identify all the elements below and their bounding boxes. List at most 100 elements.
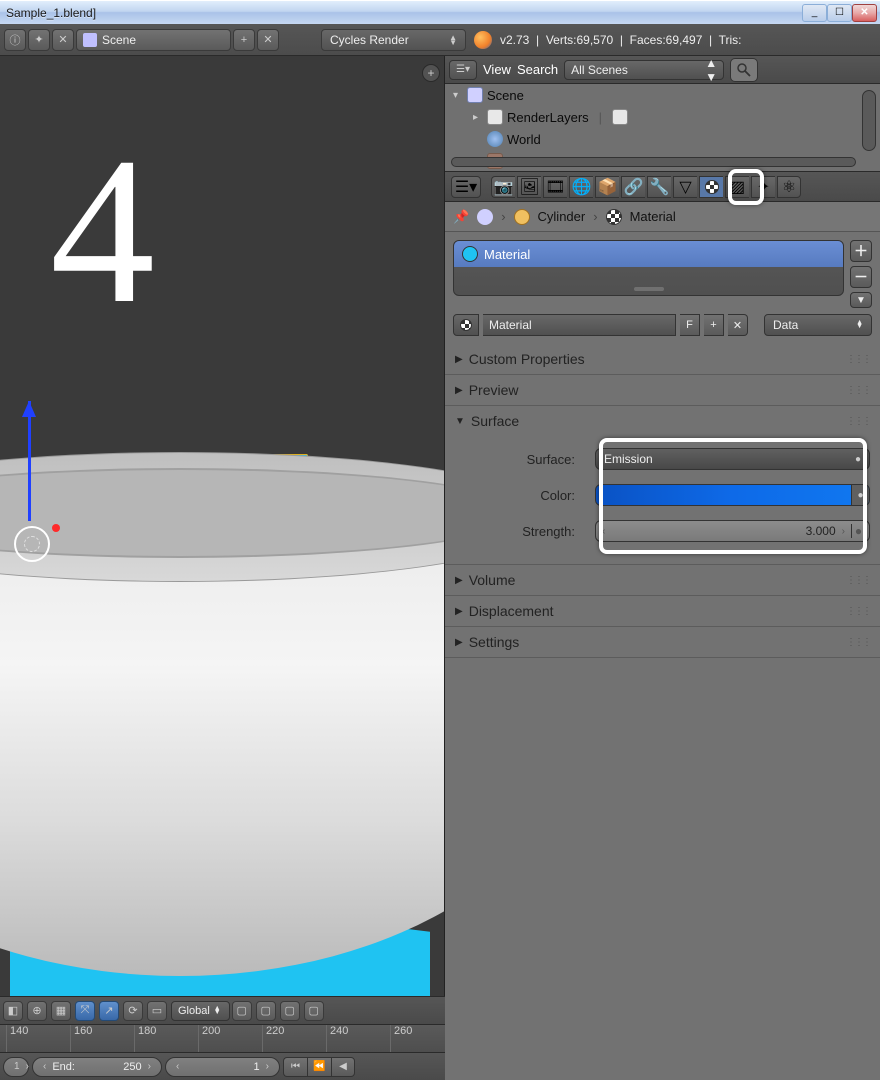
tab-object-icon[interactable]: 📦 xyxy=(595,176,619,198)
panel-header[interactable]: ▶ Displacement ⋮⋮⋮ xyxy=(445,596,880,626)
material-slot-item[interactable]: Material xyxy=(454,241,843,267)
manipulator-z-axis[interactable] xyxy=(28,401,31,521)
search-button[interactable] xyxy=(730,58,758,82)
collapse-plus-icon[interactable]: ✦ xyxy=(28,29,50,51)
pin-icon[interactable]: 📌 xyxy=(453,209,469,225)
jump-start-button[interactable]: ⏮ xyxy=(283,1057,307,1077)
layer-button-icon[interactable]: ▢ xyxy=(304,1001,324,1021)
panel-header[interactable]: ▶ Volume ⋮⋮⋮ xyxy=(445,565,880,595)
manipulator-z-cone-icon[interactable] xyxy=(22,394,36,417)
increment-arrow-icon[interactable]: › xyxy=(840,526,847,537)
panel-grip-icon[interactable]: ⋮⋮⋮ xyxy=(846,637,870,648)
manipulator-rotate-icon[interactable]: ⟳ xyxy=(123,1001,143,1021)
minimize-button[interactable]: _ xyxy=(802,4,827,22)
panel-grip-icon[interactable]: ⋮⋮⋮ xyxy=(846,385,870,396)
list-resize-grip-icon[interactable] xyxy=(634,287,664,291)
breadcrumb-object[interactable]: Cylinder xyxy=(538,209,586,224)
material-browse-dropdown[interactable] xyxy=(453,314,479,336)
material-add-button[interactable]: ＋ xyxy=(850,240,872,262)
disclosure-icon[interactable]: ▸ xyxy=(473,112,485,123)
node-options-icon[interactable]: ● xyxy=(851,485,869,505)
panel-header[interactable]: ▶ Custom Properties ⋮⋮⋮ xyxy=(445,344,880,374)
material-unlink-button[interactable]: ✕ xyxy=(728,314,748,336)
panel-grip-icon[interactable]: ⋮⋮⋮ xyxy=(846,354,870,365)
material-name-field[interactable]: Material xyxy=(483,314,676,336)
outliner-display-dropdown[interactable]: All Scenes ▲▼ xyxy=(564,60,724,80)
panel-header[interactable]: ▼ Surface ⋮⋮⋮ xyxy=(445,406,880,436)
tab-scene-icon[interactable]: 🎞 xyxy=(543,176,567,198)
node-options-icon[interactable]: ● xyxy=(851,524,865,538)
outliner-item-world[interactable]: World xyxy=(445,128,880,150)
current-frame-field[interactable]: ‹ 1 › xyxy=(165,1057,280,1077)
editor-type-icon[interactable]: ☰▾ xyxy=(451,176,481,198)
manipulator-axes-icon[interactable]: ⤧ xyxy=(75,1001,95,1021)
tab-physics-icon[interactable]: ⚛ xyxy=(777,176,801,198)
play-reverse-button[interactable]: ◀ xyxy=(331,1057,355,1077)
outliner-scrollbar-v[interactable] xyxy=(862,90,876,151)
panel-header[interactable]: ▶ Settings ⋮⋮⋮ xyxy=(445,627,880,657)
viewport-editor-icon[interactable]: ◧ xyxy=(3,1001,23,1021)
node-options-icon[interactable]: ● xyxy=(855,454,861,465)
outliner-scrollbar-h[interactable] xyxy=(451,157,856,167)
breadcrumb-material[interactable]: Material xyxy=(630,209,676,224)
scene-selector[interactable]: Scene xyxy=(76,29,231,51)
layers-icon[interactable]: ▦ xyxy=(51,1001,71,1021)
material-fakeuser-button[interactable]: F xyxy=(680,314,700,336)
panel-grip-icon[interactable]: ⋮⋮⋮ xyxy=(846,416,870,427)
surface-strength-field[interactable]: ‹ 3.000 › ● xyxy=(595,520,870,542)
tab-material-icon[interactable] xyxy=(699,176,723,198)
outliner-item-renderlayers[interactable]: ▸ RenderLayers | xyxy=(445,106,880,128)
layer-button-icon[interactable]: ▢ xyxy=(232,1001,252,1021)
frame-end-arrow[interactable]: 1› xyxy=(3,1057,29,1077)
outliner-item-scene[interactable]: ▾ Scene xyxy=(445,84,880,106)
editor-type-icon[interactable]: ⓘ xyxy=(4,29,26,51)
panel-header[interactable]: ▶ Preview ⋮⋮⋮ xyxy=(445,375,880,405)
info-header: ⓘ ✦ ✕ Scene + ✕ Cycles Render ▲▼ v2.73 |… xyxy=(0,24,880,56)
tab-render-icon[interactable]: 📷 xyxy=(491,176,515,198)
surface-color-row: Color: ● xyxy=(455,480,870,510)
layer-button-icon[interactable]: ▢ xyxy=(256,1001,276,1021)
tab-data-icon[interactable]: ▽ xyxy=(673,176,697,198)
material-new-button[interactable]: + xyxy=(704,314,724,336)
tab-constraints-icon[interactable]: 🔗 xyxy=(621,176,645,198)
disclosure-icon[interactable]: ▾ xyxy=(453,90,465,101)
tab-world-icon[interactable]: 🌐 xyxy=(569,176,593,198)
transform-orientation-dropdown[interactable]: Global ▲▼ xyxy=(171,1001,230,1021)
3d-viewport[interactable]: + 4 xyxy=(0,56,445,996)
render-engine-dropdown[interactable]: Cycles Render ▲▼ xyxy=(321,29,466,51)
material-specials-button[interactable]: ▼ xyxy=(850,292,872,308)
pivot-icon[interactable]: ⊕ xyxy=(27,1001,47,1021)
outliner-editor-icon[interactable]: ☰▾ xyxy=(449,60,477,80)
timeline-ruler[interactable]: 140 160 180 200 220 240 260 xyxy=(0,1024,445,1052)
outliner-label: World xyxy=(507,132,541,147)
tab-particles-icon[interactable]: ✦ xyxy=(751,176,775,198)
layer-button-icon[interactable]: ▢ xyxy=(280,1001,300,1021)
material-preview-icon xyxy=(462,246,478,262)
tab-texture-icon[interactable]: ▨ xyxy=(725,176,749,198)
decrement-arrow-icon[interactable]: ‹ xyxy=(600,526,607,537)
surface-color-swatch[interactable]: ● xyxy=(595,484,870,506)
manipulator-scale-icon[interactable]: ▭ xyxy=(147,1001,167,1021)
manipulator-origin-icon[interactable] xyxy=(14,526,50,562)
close-button[interactable]: ✕ xyxy=(852,4,877,22)
frame-end-field[interactable]: ‹ End: 250 › xyxy=(32,1057,162,1077)
maximize-button[interactable]: ☐ xyxy=(827,4,852,22)
prev-keyframe-button[interactable]: ⏪ xyxy=(307,1057,331,1077)
outliner-menu-search[interactable]: Search xyxy=(517,62,558,77)
tab-renderlayers-icon[interactable]: 🖼 xyxy=(517,176,541,198)
material-remove-button[interactable]: － xyxy=(850,266,872,288)
surface-shader-dropdown[interactable]: Emission ● xyxy=(595,448,870,470)
outliner-menu-view[interactable]: View xyxy=(483,62,511,77)
tab-modifiers-icon[interactable]: 🔧 xyxy=(647,176,671,198)
material-list[interactable]: Material xyxy=(453,240,844,296)
panel-grip-icon[interactable]: ⋮⋮⋮ xyxy=(846,606,870,617)
panel-grip-icon[interactable]: ⋮⋮⋮ xyxy=(846,575,870,586)
material-link-dropdown[interactable]: Data ▲▼ xyxy=(764,314,872,336)
collapse-x-icon[interactable]: ✕ xyxy=(52,29,74,51)
manipulator-translate-icon[interactable]: ↗ xyxy=(99,1001,119,1021)
disclosure-right-icon: ▶ xyxy=(455,606,463,617)
mesh-cylinder-inner xyxy=(0,468,444,558)
scene-delete-icon[interactable]: ✕ xyxy=(257,29,279,51)
outliner-tree[interactable]: ▾ Scene ▸ RenderLayers | World Camera xyxy=(445,84,880,172)
scene-add-icon[interactable]: + xyxy=(233,29,255,51)
